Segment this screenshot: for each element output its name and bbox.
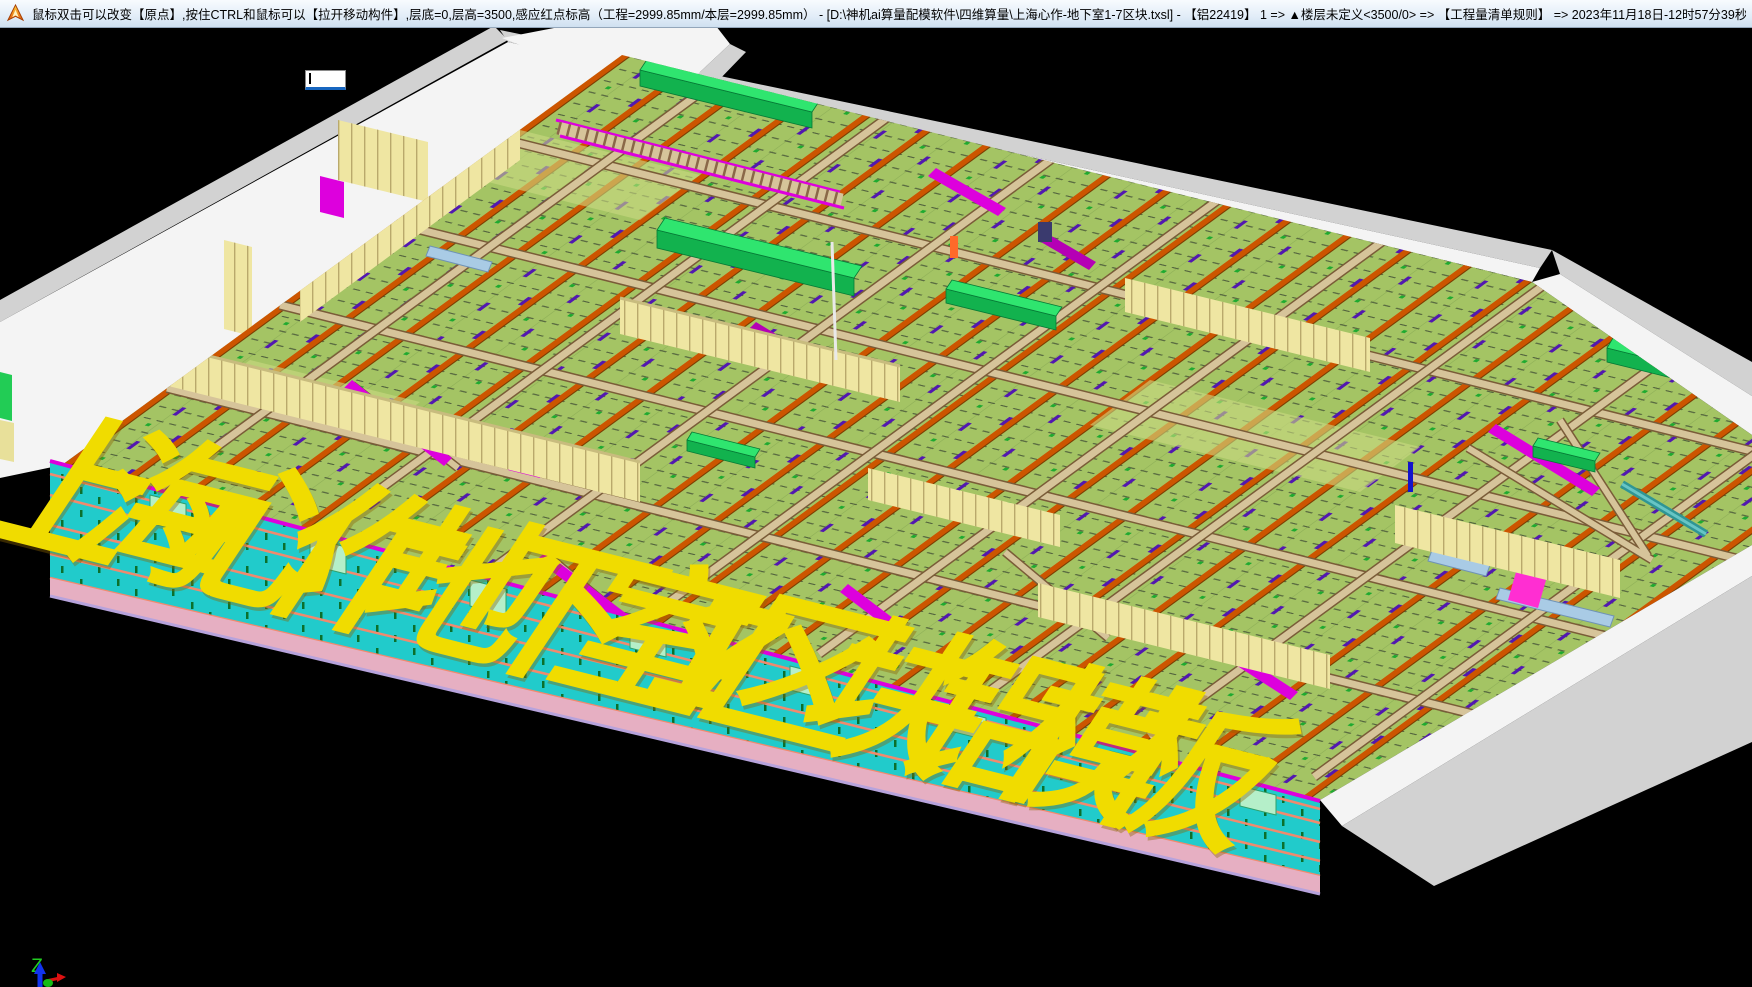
model-3d-view[interactable]: Z — [0, 0, 1752, 987]
coordinate-input[interactable] — [305, 70, 346, 90]
window-title-bar: 鼠标双击可以改变【原点】,按住CTRL和鼠标可以【拉开移动构件】,层底=0,层高… — [0, 0, 1752, 28]
window-title: 鼠标双击可以改变【原点】,按住CTRL和鼠标可以【拉开移动构件】,层底=0,层高… — [32, 4, 1746, 23]
axis-gizmo: Z — [31, 956, 66, 987]
app-flame-icon — [6, 4, 25, 23]
text-caret — [309, 73, 311, 84]
